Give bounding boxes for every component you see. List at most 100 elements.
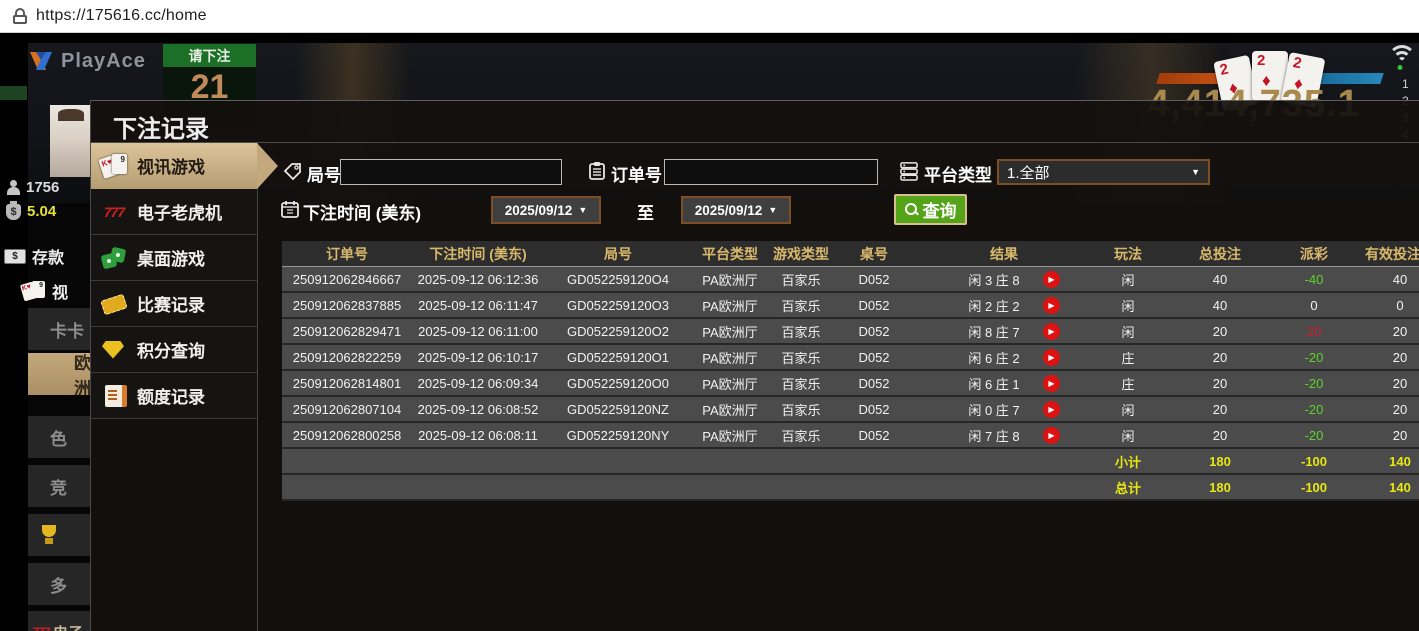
cell-order: 250912062807104 <box>282 397 412 421</box>
cell-round <box>544 449 692 473</box>
cell-payout: -20 <box>1278 345 1350 369</box>
sidebar-item-3[interactable]: 比赛记录 <box>91 281 257 327</box>
column-header: 局号 <box>544 241 692 266</box>
result-text: 闲 6 庄 1 <box>948 374 1040 393</box>
replay-button[interactable]: ▶ <box>1043 401 1060 418</box>
cell-payout: 20 <box>1278 319 1350 343</box>
search-button[interactable]: 查询 <box>894 194 967 225</box>
lobby-tab-label: 竞 <box>28 474 67 499</box>
column-header: 总投注 <box>1162 241 1278 266</box>
cell-result: 闲 2 庄 2▶ <box>914 293 1094 317</box>
replay-button[interactable]: ▶ <box>1043 323 1060 340</box>
chevron-down-icon: ▼ <box>768 205 777 215</box>
deposit-label: 存款 <box>32 244 64 268</box>
date-from-value: 2025/09/12 <box>505 203 573 218</box>
deposit-row[interactable]: $ 存款 <box>4 244 64 268</box>
playace-logo-mark <box>28 48 54 74</box>
lobby-tab-label: 电子 <box>53 622 83 631</box>
replay-button[interactable]: ▶ <box>1043 271 1060 288</box>
subtotal-row: 小计180-100140 <box>282 449 1419 475</box>
betting-records-modal: 下注记录 K♥9视讯游戏777电子老虎机桌面游戏比赛记录积分查询额度记录 局号 … <box>90 100 1419 631</box>
replay-button[interactable]: ▶ <box>1043 297 1060 314</box>
card-rank: 2 <box>1257 52 1265 69</box>
scene-green-sign <box>0 86 27 100</box>
cell-round: GD052259120O2 <box>544 319 692 343</box>
replay-button[interactable]: ▶ <box>1043 427 1060 444</box>
cell-round: GD052259120NZ <box>544 397 692 421</box>
sidebar-item-label: 视讯游戏 <box>137 153 205 178</box>
cell-valid: 20 <box>1350 397 1419 421</box>
slots-icon: 777 <box>100 199 128 225</box>
sidebar-item-1[interactable]: 777电子老虎机 <box>91 189 257 235</box>
calendar-icon <box>280 199 300 219</box>
slots-icon: 777 <box>32 625 49 631</box>
date-to-picker[interactable]: 2025/09/12 ▼ <box>681 196 791 224</box>
wifi-icon <box>1388 45 1416 69</box>
diamond-icon <box>100 337 128 363</box>
cash-icon: $ <box>4 249 26 264</box>
lobby-tab-5[interactable]: 多 <box>28 563 90 605</box>
column-header: 游戏类型 <box>768 241 834 266</box>
lobby-tab-2[interactable]: 色 <box>28 416 90 458</box>
lobby-tab-6[interactable]: 777 电子 <box>28 611 90 631</box>
result-text: 闲 6 庄 2 <box>948 348 1040 367</box>
avatar[interactable] <box>50 105 90 177</box>
sidebar-item-2[interactable]: 桌面游戏 <box>91 235 257 281</box>
cell-platform: PA欧洲厅 <box>692 423 768 447</box>
cell-valid: 140 <box>1350 475 1419 499</box>
cell-valid: 40 <box>1350 267 1419 291</box>
cell-table: D052 <box>834 293 914 317</box>
lobby-tab[interactable] <box>28 514 90 556</box>
cell-play: 庄 <box>1094 371 1162 395</box>
money-bag-icon: $ <box>6 204 21 220</box>
cell-round: GD052259120O4 <box>544 267 692 291</box>
platform-type-dropdown[interactable]: 1.全部 ▼ <box>997 159 1210 185</box>
lobby-tab-label: 卡卡 <box>28 317 84 342</box>
lobby-tab-0[interactable]: 卡卡 <box>28 308 90 350</box>
cell-game <box>768 475 834 499</box>
table-row: 2509120628378852025-09-12 06:11:47GD0522… <box>282 293 1419 319</box>
cell-play: 小计 <box>1094 449 1162 473</box>
date-from-picker[interactable]: 2025/09/12 ▼ <box>491 196 601 224</box>
cell-platform: PA欧洲厅 <box>692 293 768 317</box>
cell-result: 闲 0 庄 7▶ <box>914 397 1094 421</box>
lobby-tab-3[interactable]: 竞 <box>28 465 90 507</box>
cell-order: 250912062814801 <box>282 371 412 395</box>
cell-table: D052 <box>834 345 914 369</box>
video-games-nav-label: 视 <box>52 279 68 303</box>
sidebar-item-label: 积分查询 <box>137 337 205 362</box>
replay-button[interactable]: ▶ <box>1043 375 1060 392</box>
sidebar-item-label: 额度记录 <box>137 383 205 408</box>
round-number-label: 局号 <box>307 161 341 186</box>
cell-round: GD052259120O0 <box>544 371 692 395</box>
to-label: 至 <box>637 199 654 224</box>
cell-game: 百家乐 <box>768 345 834 369</box>
column-header: 平台类型 <box>692 241 768 266</box>
lobby-tab-1[interactable]: 欧洲 <box>28 353 90 395</box>
cell-total: 20 <box>1162 319 1278 343</box>
cell-total: 40 <box>1162 267 1278 291</box>
cell-round: GD052259120O3 <box>544 293 692 317</box>
cell-play: 闲 <box>1094 397 1162 421</box>
sidebar-item-0[interactable]: K♥9视讯游戏 <box>91 143 257 189</box>
cell-table: D052 <box>834 397 914 421</box>
card-rank: 2 <box>1292 54 1303 72</box>
order-number-input[interactable] <box>664 159 878 185</box>
cell-time <box>412 449 544 473</box>
cell-time: 2025-09-12 06:11:00 <box>412 319 544 343</box>
result-text: 闲 3 庄 8 <box>948 270 1040 289</box>
round-number-input[interactable] <box>340 159 562 185</box>
replay-button[interactable]: ▶ <box>1043 349 1060 366</box>
browser-address-bar[interactable]: https://175616.cc/home <box>0 0 1419 33</box>
cell-order: 250912062846667 <box>282 267 412 291</box>
sidebar-item-4[interactable]: 积分查询 <box>91 327 257 373</box>
ticket-icon <box>100 291 128 317</box>
url-text[interactable]: https://175616.cc/home <box>36 7 207 25</box>
result-text: 闲 8 庄 7 <box>948 322 1040 341</box>
search-button-label: 查询 <box>923 197 957 222</box>
cell-play: 闲 <box>1094 267 1162 291</box>
cell-platform <box>692 475 768 499</box>
cell-valid: 20 <box>1350 371 1419 395</box>
video-games-nav-row[interactable]: K♥ 9 视 <box>22 279 68 303</box>
sidebar-item-5[interactable]: 额度记录 <box>91 373 257 419</box>
